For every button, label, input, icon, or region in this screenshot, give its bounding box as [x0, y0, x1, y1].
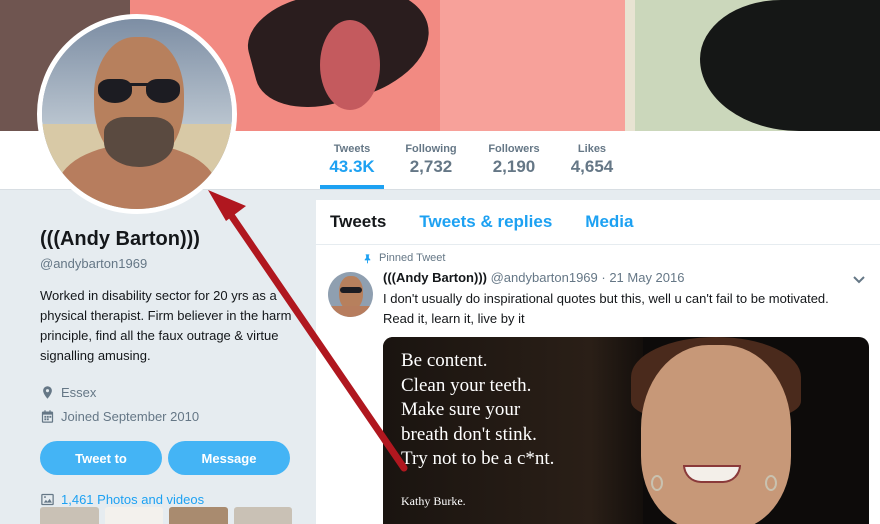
photo-thumbnail[interactable] [40, 507, 99, 524]
pinned-text: Pinned Tweet [379, 252, 446, 264]
image-icon [41, 493, 54, 506]
tweet-media-image[interactable]: Be content. Clean your teeth. Make sure … [383, 337, 869, 524]
stat-followers[interactable]: Followers 2,190 [469, 143, 559, 177]
photo-thumbnail[interactable] [104, 507, 163, 524]
stat-label: Tweets [333, 143, 371, 155]
pin-icon [364, 253, 371, 264]
media-quote-author: Kathy Burke. [401, 494, 466, 508]
timeline: Tweets Tweets & replies Media Pinned Twe… [316, 200, 880, 524]
profile-card: (((Andy Barton))) @andybarton1969 Worked… [40, 228, 300, 507]
tweet-text: I don't usually do inspirational quotes … [383, 289, 863, 329]
banner-shape [625, 0, 635, 131]
banner-shape [440, 0, 630, 131]
media-portrait-shape [641, 345, 791, 524]
photos-videos-link[interactable]: 1,461 Photos and videos [40, 492, 300, 507]
stat-label: Following [405, 143, 457, 155]
avatar-shape [146, 79, 180, 103]
tweet-avatar[interactable] [328, 272, 373, 317]
tweet-header: (((Andy Barton))) @andybarton1969 · 21 M… [383, 270, 684, 285]
media-portrait-shape [651, 475, 663, 491]
stat-value: 4,654 [570, 157, 614, 176]
profile-handle[interactable]: @andybarton1969 [40, 256, 300, 271]
profile-name[interactable]: (((Andy Barton))) [40, 228, 300, 251]
tweet-text-line: Read it, learn it, live by it [383, 311, 525, 326]
avatar-shape [98, 79, 132, 103]
stat-following[interactable]: Following 2,732 [386, 143, 476, 177]
tweet-menu-button[interactable] [852, 272, 866, 286]
stat-value: 2,732 [409, 157, 453, 176]
stat-label: Followers [488, 143, 540, 155]
location-pin-icon [43, 386, 52, 399]
profile-location: Essex [40, 385, 300, 400]
pinned-tweet-label: Pinned Tweet [362, 252, 445, 264]
photos-videos-label[interactable]: 1,461 Photos and videos [61, 492, 204, 507]
join-date-text: Joined September 2010 [61, 409, 200, 424]
avatar-shape [328, 306, 373, 317]
stat-likes[interactable]: Likes 4,654 [547, 143, 637, 177]
photo-thumbnail[interactable] [169, 507, 228, 524]
stat-value: 43.3K [329, 157, 375, 176]
tweet-author-name[interactable]: (((Andy Barton))) [383, 270, 487, 285]
tab-tweets-replies[interactable]: Tweets & replies [419, 212, 552, 232]
timeline-tabs: Tweets Tweets & replies Media [316, 200, 880, 245]
chevron-down-icon [853, 276, 865, 284]
profile-join-date: Joined September 2010 [40, 409, 300, 424]
avatar-shape [130, 83, 148, 86]
photo-thumbnail[interactable] [233, 507, 292, 524]
tab-media[interactable]: Media [585, 212, 633, 232]
avatar-shape [340, 287, 362, 293]
tweet-to-button[interactable]: Tweet to [40, 441, 162, 475]
profile-bio: Worked in disability sector for 20 yrs a… [40, 288, 292, 363]
message-button[interactable]: Message [168, 441, 290, 475]
location-text: Essex [61, 385, 97, 400]
profile-actions: Tweet to Message [40, 441, 300, 475]
stat-tweets[interactable]: Tweets 43.3K [307, 143, 397, 189]
tweet-text-line: I don't usually do inspirational quotes … [383, 291, 829, 306]
media-portrait-shape [683, 465, 741, 483]
avatar-shape [339, 276, 363, 310]
avatar-shape [104, 117, 174, 167]
tab-tweets[interactable]: Tweets [330, 212, 386, 232]
media-portrait-shape [765, 475, 777, 491]
tweet-handle-date[interactable]: @andybarton1969 · 21 May 2016 [487, 270, 685, 285]
stat-value: 2,190 [492, 157, 536, 176]
banner-shape [320, 20, 380, 110]
calendar-icon [41, 410, 54, 423]
photo-thumbnails [40, 507, 292, 524]
media-quote-text: Be content. Clean your teeth. Make sure … [401, 350, 555, 469]
stat-label: Likes [577, 143, 607, 155]
profile-avatar[interactable] [37, 14, 237, 214]
